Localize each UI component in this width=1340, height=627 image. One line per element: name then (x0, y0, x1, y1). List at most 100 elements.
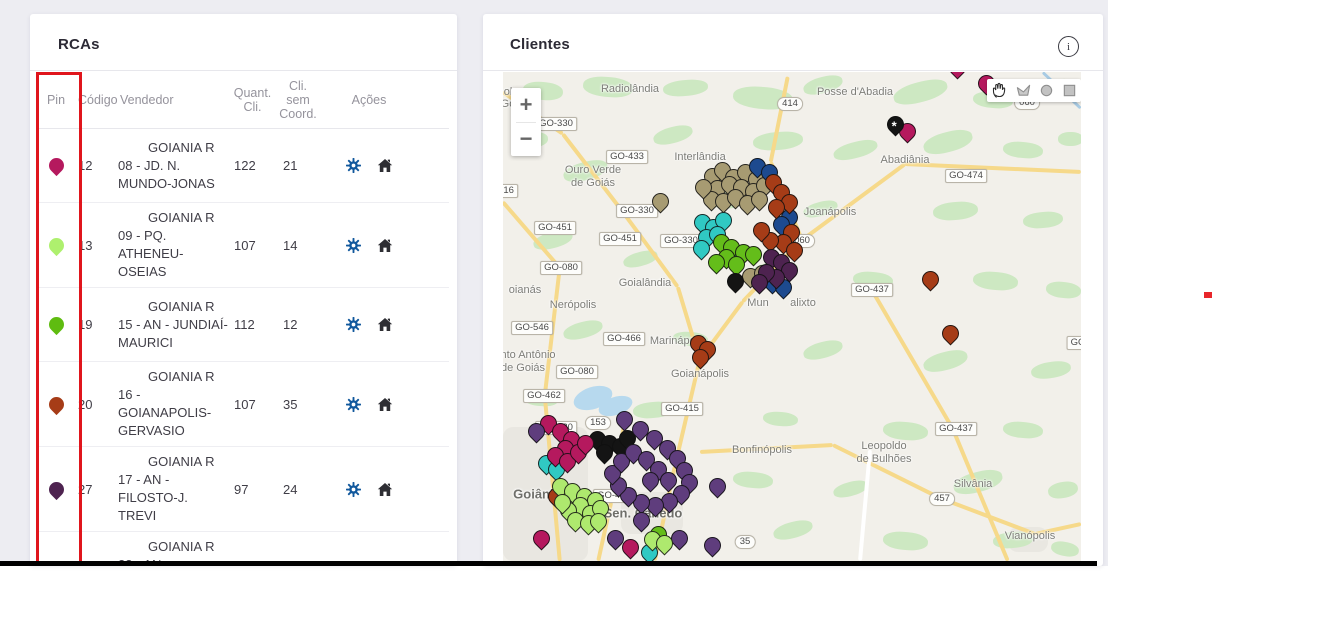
route-badge: GO-437 (851, 283, 893, 297)
col-header-cli-sem-coord: Cli. sem Coord. (277, 79, 319, 121)
town-label: Radiolândia (601, 83, 659, 95)
gear-icon (346, 238, 361, 253)
acoes-cell (319, 397, 419, 412)
route-badge: GO-330 (535, 117, 577, 131)
table-row: 19GOIANIA R 15 - AN - JUNDIAÍ-MAURICI112… (36, 288, 449, 362)
gear-icon (346, 317, 361, 332)
map-pin[interactable] (938, 321, 962, 345)
town-label: nto Antônio (503, 349, 556, 361)
route-badge: GO-080 (540, 261, 582, 275)
map-pin[interactable] (705, 474, 729, 498)
green-area (662, 78, 708, 98)
rca-pin-icon (45, 314, 66, 335)
pin-cell (36, 158, 76, 173)
map-zoom-control: + − (511, 88, 541, 156)
clientes-map[interactable]: GO-330414GO-433GO-474GO-416GO-451GO-330G… (503, 72, 1081, 561)
home-icon (377, 158, 393, 173)
codigo-cell: 13 (76, 238, 118, 253)
map-pin[interactable] (918, 267, 942, 291)
route-badge: GO-330 (616, 204, 658, 218)
pan-hand-tool-button[interactable] (990, 81, 1009, 100)
home-icon (377, 238, 393, 253)
table-row: 20GOIANIA R 16 - GOIANAPOLIS-GERVASIO107… (36, 362, 449, 447)
home-button[interactable] (377, 158, 393, 173)
road (905, 162, 1081, 173)
home-button[interactable] (377, 482, 393, 497)
rca-table-body: 12GOIANIA R 08 - JD. N. MUNDO-JONAS12221… (36, 129, 449, 566)
route-badge: GO-451 (534, 221, 576, 235)
green-area (772, 517, 815, 543)
green-area (762, 411, 798, 428)
green-area (932, 200, 978, 222)
town-label: Leopoldo (861, 440, 906, 452)
green-area (882, 420, 928, 442)
col-header-pin: Pin (36, 93, 76, 107)
codigo-cell: 27 (76, 482, 118, 497)
circle-tool-button[interactable] (1038, 82, 1055, 99)
town-label: oianás (509, 284, 541, 296)
polygon-tool-button[interactable] (1015, 82, 1032, 99)
settings-button[interactable] (346, 238, 361, 253)
table-row: 27GOIANIA R 17 - AN - FILOSTO-J. TREVI97… (36, 447, 449, 532)
town-label: Nerópolis (550, 299, 596, 311)
town-label: de Goiás (571, 177, 615, 189)
route-badge: GO-415 (661, 402, 703, 416)
quant-cli-cell: 97 (228, 482, 277, 497)
home-icon (377, 397, 393, 412)
green-area (1002, 420, 1043, 439)
green-area (1050, 539, 1080, 558)
col-header-acoes: Ações (319, 93, 419, 107)
route-badge: GO-451 (599, 232, 641, 246)
vendedor-cell: GOIANIA R 17 - AN - FILOSTO-J. TREVI (118, 447, 228, 531)
road (951, 428, 1009, 561)
zoom-out-button[interactable]: − (511, 123, 541, 157)
col-header-codigo: Código (76, 93, 118, 107)
codigo-cell: 20 (76, 397, 118, 412)
green-area (732, 470, 773, 489)
clientes-panel: Clientes i GO-330414GO-433GO-474GO-416GO… (483, 14, 1103, 566)
green-area (652, 122, 695, 148)
town-label: alixto (790, 297, 816, 309)
table-row: 12GOIANIA R 08 - JD. N. MUNDO-JONAS12221 (36, 129, 449, 203)
settings-button[interactable] (346, 158, 361, 173)
info-icon[interactable]: i (1058, 36, 1079, 57)
table-row: 13GOIANIA R 09 - PQ. ATHENEU-OSEIAS10714 (36, 203, 449, 288)
cli-sem-coord-cell: 35 (277, 397, 319, 412)
rectangle-tool-button[interactable] (1061, 82, 1078, 99)
settings-button[interactable] (346, 397, 361, 412)
route-badge: 414 (777, 97, 803, 111)
town-label: Goialândia (619, 277, 672, 289)
home-icon (377, 317, 393, 332)
map-pin[interactable] (945, 72, 969, 80)
settings-button[interactable] (346, 317, 361, 332)
quant-cli-cell: 107 (228, 397, 277, 412)
town-label: Ouro Verde (565, 164, 621, 176)
home-button[interactable] (377, 238, 393, 253)
home-button[interactable] (377, 317, 393, 332)
rcas-title: RCAs (58, 36, 100, 53)
acoes-cell (319, 317, 419, 332)
vendedor-cell: GOIANIA R 15 - AN - JUNDIAÍ-MAURICI (118, 292, 228, 358)
route-badge: GO-433 (606, 150, 648, 164)
green-area (562, 317, 605, 343)
map-draw-toolbar (987, 79, 1081, 102)
green-area (1030, 359, 1072, 381)
divider (483, 70, 1103, 71)
pin-cell (36, 397, 76, 412)
rca-pin-icon (45, 155, 66, 176)
zoom-in-button[interactable]: + (511, 88, 541, 122)
rcas-panel: RCAs Pin Código Vendedor Quant. Cli. Cli… (30, 14, 457, 566)
codigo-cell: 12 (76, 158, 118, 173)
green-area (882, 530, 928, 552)
town-label: Abadiânia (881, 154, 930, 166)
pin-cell (36, 238, 76, 253)
route-badge: GO-437 (935, 422, 977, 436)
quant-cli-cell: 122 (228, 158, 277, 173)
cli-sem-coord-cell: 14 (277, 238, 319, 253)
home-button[interactable] (377, 397, 393, 412)
route-badge: 457 (929, 492, 955, 506)
settings-button[interactable] (346, 482, 361, 497)
route-badge: GO-546 (511, 321, 553, 335)
viewport-cut-line (0, 561, 1097, 566)
map-pin[interactable] (700, 533, 724, 557)
